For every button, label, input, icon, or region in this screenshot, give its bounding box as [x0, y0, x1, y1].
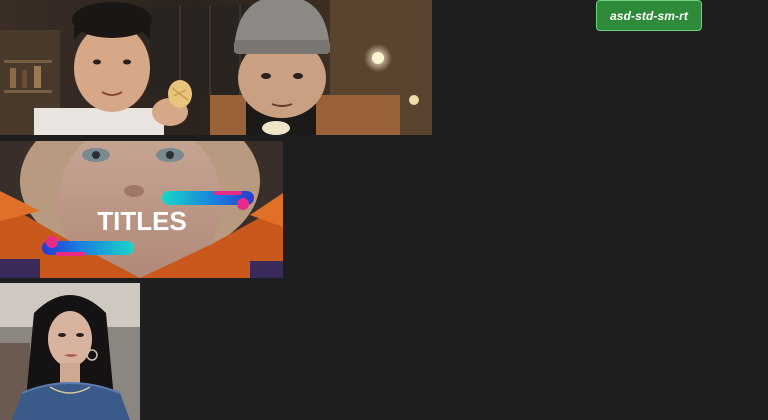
woman-portrait-image — [0, 283, 140, 420]
titles-image: TITLES — [0, 141, 283, 278]
video-gallery: TITLES asd-std-sm-rt — [0, 0, 768, 420]
two-men-image — [0, 0, 432, 135]
video-thumbnail-woman[interactable] — [0, 283, 140, 420]
source-tag-badge[interactable]: asd-std-sm-rt — [596, 0, 702, 31]
video-thumbnail-titles[interactable]: TITLES — [0, 141, 283, 278]
video-thumbnail-two-men[interactable] — [0, 0, 432, 135]
titles-overlay-text: TITLES — [97, 206, 187, 236]
